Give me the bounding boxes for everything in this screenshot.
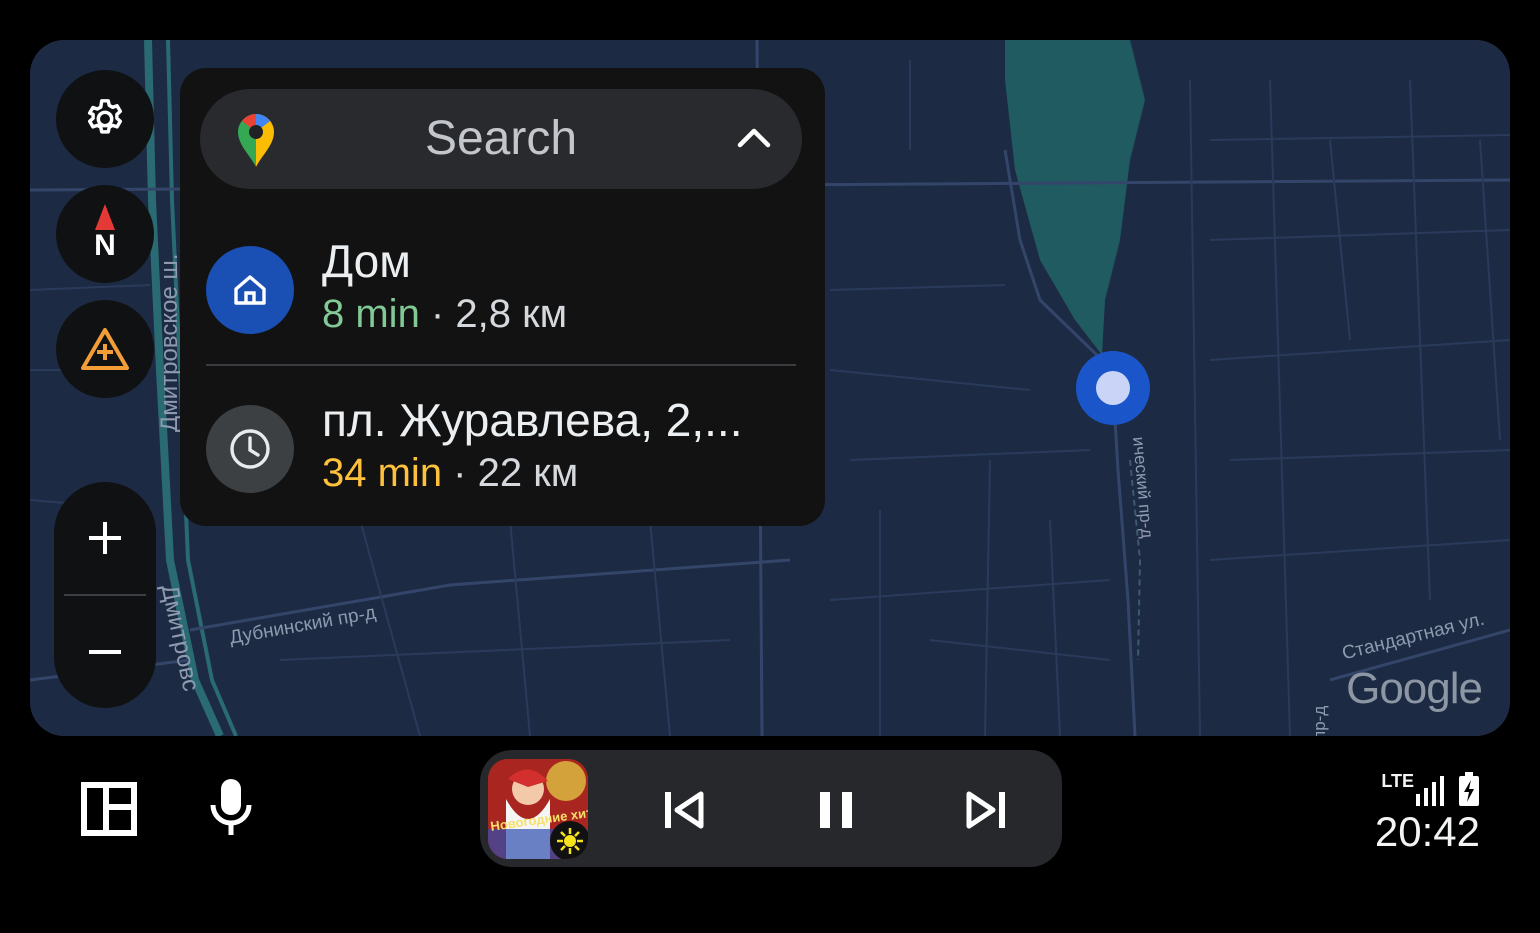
dashboard-icon: [81, 782, 137, 836]
destination-panel: Search Дом 8 min · 2,8 км пл. Журавлева,…: [180, 68, 825, 526]
destination-title: пл. Журавлева, 2,...: [322, 394, 743, 446]
pause-button[interactable]: [806, 780, 866, 840]
current-location-dot: [1096, 371, 1130, 405]
destination-details: 8 min · 2,8 км: [322, 292, 567, 337]
minus-icon: [89, 650, 121, 654]
media-player: Новогодние хиты: [480, 750, 1062, 867]
next-track-button[interactable]: [956, 780, 1016, 840]
clock: 20:42: [1374, 808, 1480, 855]
compass-button[interactable]: N: [56, 185, 154, 283]
zoom-in-button[interactable]: [54, 482, 156, 594]
destination-details: 34 min · 22 км: [322, 451, 578, 496]
detail-separator: ·: [442, 451, 478, 495]
plus-icon: [89, 522, 121, 554]
destination-item-recent[interactable]: пл. Журавлева, 2,... 34 min · 22 км: [206, 393, 806, 503]
warning-add-icon: [81, 328, 129, 370]
search-bar[interactable]: Search: [200, 89, 802, 189]
signal-indicator: LTE: [1381, 771, 1444, 806]
destination-title: Дом: [322, 235, 411, 287]
destination-distance: 2,8 км: [455, 292, 568, 336]
zoom-out-button[interactable]: [54, 596, 156, 708]
sun-icon: [557, 828, 583, 854]
gear-icon: [87, 99, 123, 134]
destination-distance: 22 км: [477, 451, 579, 495]
voice-assistant-button[interactable]: [198, 774, 264, 842]
signal-bars-icon: [1416, 776, 1444, 806]
history-icon-circle: [206, 405, 294, 493]
detail-separator: ·: [419, 292, 456, 336]
report-incident-button[interactable]: [56, 300, 154, 398]
destination-eta: 8 min: [322, 292, 420, 336]
skip-previous-icon: [665, 791, 704, 829]
current-location-marker: [1076, 351, 1150, 425]
compass-north-label: N: [94, 229, 116, 262]
google-attribution: Google: [1346, 664, 1483, 713]
home-icon: [234, 275, 266, 305]
search-label: Search: [424, 112, 578, 165]
skip-next-icon: [966, 791, 1005, 829]
microphone-icon: [210, 779, 252, 835]
status-icons: LTE: [1375, 770, 1480, 806]
settings-button[interactable]: [56, 70, 154, 168]
destination-eta: 34 min: [322, 451, 443, 495]
zoom-controls: [54, 482, 156, 708]
pause-icon: [820, 792, 852, 828]
home-icon-circle: [206, 246, 294, 334]
battery-charging-icon: [1459, 772, 1479, 806]
launcher-button[interactable]: [72, 776, 146, 842]
chevron-up-icon[interactable]: [736, 123, 772, 151]
history-icon: [230, 429, 270, 469]
network-type: LTE: [1381, 771, 1414, 791]
list-divider: [206, 364, 796, 366]
previous-track-button[interactable]: [654, 780, 714, 840]
status-area: LTE 20:42: [1375, 770, 1480, 856]
destination-item-home[interactable]: Дом 8 min · 2,8 км: [206, 234, 806, 344]
app-badge: [550, 821, 588, 859]
street-label-edge: пр-д: [1310, 705, 1329, 736]
album-art[interactable]: Новогодние хиты: [488, 759, 588, 859]
